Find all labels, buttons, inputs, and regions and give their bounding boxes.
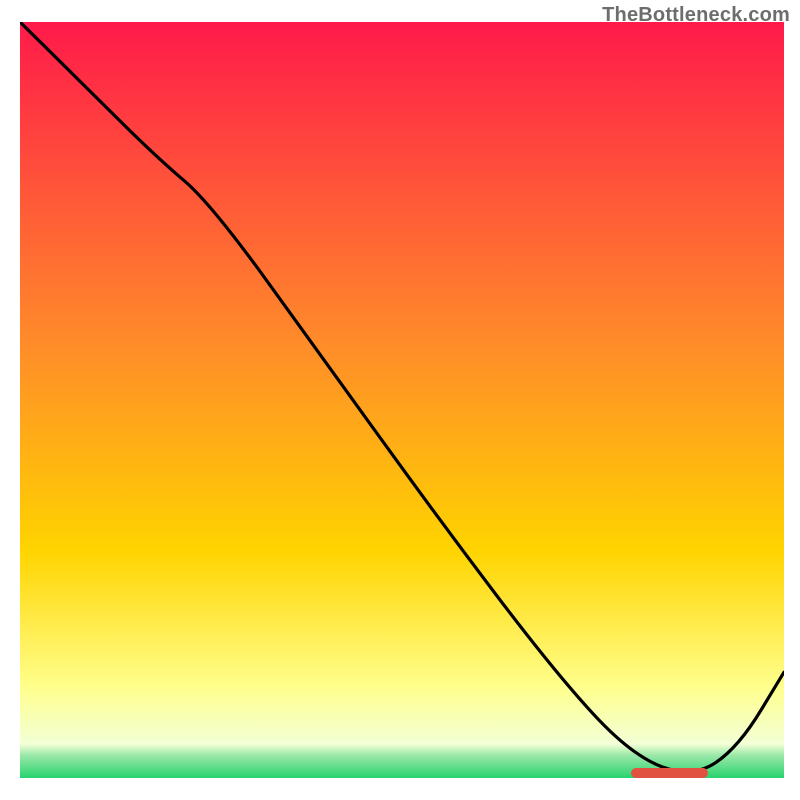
plot-area bbox=[20, 22, 784, 778]
chart-container: TheBottleneck.com bbox=[0, 0, 800, 800]
optimal-marker bbox=[631, 768, 707, 778]
watermark-label: TheBottleneck.com bbox=[602, 4, 790, 27]
plot-svg bbox=[20, 22, 784, 778]
